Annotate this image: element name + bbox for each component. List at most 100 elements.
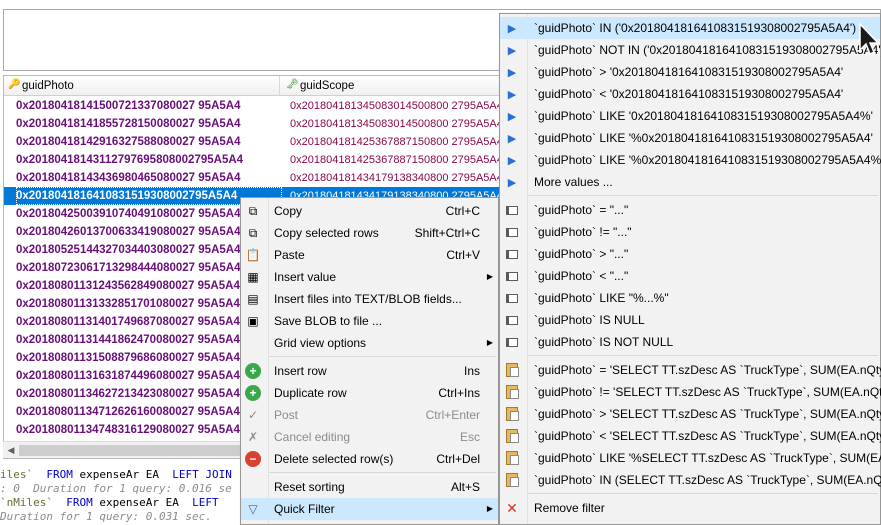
quick-filter-item[interactable]: ✕ Remove filter — [500, 497, 880, 519]
menu-item-label: Duplicate row — [274, 386, 347, 400]
cell-guidscope[interactable]: 0x201804181345083014500800 2795A5A4 — [290, 97, 502, 115]
quick-filter-item[interactable]: `guidPhoto` != "..." — [500, 221, 880, 243]
quick-filter-label: `guidPhoto` != 'SELECT TT.szDesc AS `Tru… — [534, 385, 881, 399]
save-blob-icon: ▣ — [247, 314, 259, 328]
menu-item-delete-selected-row-s[interactable]: − Delete selected row(s) Ctrl+Del — [241, 448, 498, 470]
cell-guidphoto[interactable]: 0x20180418143112797695808002795A5A4 — [16, 151, 282, 169]
quick-filter-label: More values ... — [534, 175, 613, 189]
quick-filter-item[interactable]: `guidPhoto` = "..." — [500, 199, 880, 221]
input-icon — [504, 334, 520, 350]
submenu-arrow-icon: ▶ — [486, 272, 493, 281]
cell-guidscope[interactable]: 0x201804181434179138340800 2795A5A4 — [290, 169, 502, 187]
play-icon: ▶ — [507, 23, 517, 35]
quick-filter-label: `guidPhoto` > '0x20180418164108315193080… — [534, 65, 844, 79]
log-keyword: LEFT JOIN — [172, 468, 232, 481]
quick-filter-item[interactable]: `guidPhoto` LIKE '%SELECT TT.szDesc AS `… — [500, 447, 881, 469]
quick-filter-item[interactable]: `guidPhoto` < 'SELECT TT.szDesc AS `Truc… — [500, 425, 881, 447]
mouse-cursor-icon — [859, 22, 880, 56]
play-icon: ▶ — [507, 89, 517, 101]
menu-item-label: Delete selected row(s) — [274, 452, 394, 466]
cell-guidphoto[interactable]: 0x20180418142916327588080027 95A5A4 — [16, 133, 282, 151]
log-comment: Duration for 1 query: 0.031 sec. — [0, 510, 212, 523]
table-row[interactable]: 0x20180418141855728150080027 95A5A4 0x201… — [4, 115, 502, 133]
scroll-left-icon[interactable]: ◀ — [5, 444, 17, 456]
table-row[interactable]: 0x20180418141500721337080027 95A5A4 0x201… — [4, 97, 502, 115]
cell-guidphoto[interactable]: 0x20180418141500721337080027 95A5A4 — [16, 97, 282, 115]
menu-item-shortcut: Shift+Ctrl+C — [414, 226, 480, 240]
quick-filter-item[interactable]: ▶ `guidPhoto` LIKE '0x2018041816410831519… — [500, 105, 880, 127]
menu-item-label: Cancel editing — [274, 430, 351, 444]
quick-filter-item[interactable]: `guidPhoto` > "..." — [500, 243, 880, 265]
cell-guidphoto[interactable]: 0x20180418143436980465080027 95A5A4 — [16, 169, 282, 187]
log-table: expenseAr EA — [99, 496, 179, 509]
table-row[interactable]: 0x20180418142916327588080027 95A5A4 0x201… — [4, 133, 502, 151]
menu-separator — [269, 356, 496, 357]
play-icon: ▶ — [507, 155, 517, 167]
quick-filter-item[interactable]: ▶ `guidPhoto` LIKE '%0x201804181641083151… — [500, 127, 880, 149]
cell-guidscope[interactable]: 0x201804181345083014500800 2795A5A4 — [290, 115, 502, 133]
clipboard-icon — [504, 384, 520, 400]
quick-filter-item[interactable]: `guidPhoto` = 'SELECT TT.szDesc AS `Truc… — [500, 359, 881, 381]
quick-filter-item[interactable]: ▶ `guidPhoto` < '0x2018041816410831519308… — [500, 83, 880, 105]
quick-filter-label: `guidPhoto` LIKE '%SELECT TT.szDesc AS `… — [534, 451, 881, 465]
quick-filter-label: `guidPhoto` > "..." — [534, 247, 629, 261]
quick-filter-item[interactable]: `guidPhoto` < "..." — [500, 265, 880, 287]
quick-filter-item[interactable]: `guidPhoto` IN (SELECT TT.szDesc AS `Tru… — [500, 469, 881, 491]
quick-filter-item[interactable]: ▶ `guidPhoto` IN ('0x20180418164108315193… — [500, 17, 880, 39]
clipboard-icon — [504, 428, 520, 444]
quick-filter-item[interactable]: ▶ More values ... — [500, 171, 880, 193]
scroll-thumb[interactable] — [19, 445, 241, 456]
column-header-guidscope[interactable]: 🗝 guidScope — [282, 76, 502, 96]
quick-filter-label: `guidPhoto` IS NULL — [534, 313, 645, 327]
quick-filter-item[interactable]: `guidPhoto` > 'SELECT TT.szDesc AS `Truc… — [500, 403, 881, 425]
input-icon — [504, 246, 520, 262]
menu-item-insert-row[interactable]: + Insert row Ins — [241, 360, 498, 382]
menu-item-label: Paste — [274, 248, 305, 262]
menu-item-reset-sorting[interactable]: Reset sorting Alt+S — [241, 476, 498, 498]
quick-filter-label: `guidPhoto` = "..." — [534, 203, 629, 217]
quick-filter-item[interactable]: ▶ `guidPhoto` > '0x2018041816410831519308… — [500, 61, 880, 83]
menu-item-label: Grid view options — [274, 336, 367, 350]
menu-item-duplicate-row[interactable]: + Duplicate row Ctrl+Ins — [241, 382, 498, 404]
menu-item-label: Quick Filter — [274, 502, 335, 516]
submenu-arrow-icon: ▶ — [486, 338, 493, 347]
quick-filter-item[interactable]: ▶ `guidPhoto` LIKE '%0x201804181641083151… — [500, 149, 881, 171]
clipboard-icon — [504, 362, 520, 378]
menu-item-insert-files-into-text-blob-fields[interactable]: ▤ Insert files into TEXT/BLOB fields... — [241, 288, 498, 310]
play-icon: ▶ — [507, 177, 517, 189]
column-header-guidphoto[interactable]: 🔑 guidPhoto — [4, 76, 280, 96]
remove-filter-icon: ✕ — [506, 500, 518, 516]
play-icon: ▶ — [507, 45, 517, 57]
quick-filter-item[interactable]: ▶ `guidPhoto` NOT IN ('0x2018041816410831… — [500, 39, 881, 61]
cell-guidscope[interactable]: 0x201804181425367887150800 2795A5A4 — [290, 133, 502, 151]
menu-item-insert-value[interactable]: ▦ Insert value ▶ — [241, 266, 498, 288]
menu-item-copy-selected-rows[interactable]: ⧉ Copy selected rows Shift+Ctrl+C — [241, 222, 498, 244]
table-row[interactable]: 0x20180418143112797695808002795A5A4 0x201… — [4, 151, 502, 169]
log-identifier: iles` — [0, 468, 34, 481]
menu-item-label: Save BLOB to file ... — [274, 314, 383, 328]
quick-filter-item[interactable]: `guidPhoto` LIKE "%...%" — [500, 287, 880, 309]
quick-filter-label: `guidPhoto` NOT IN ('0x20180418164108315… — [534, 43, 881, 57]
cancel-editing-icon: ✗ — [247, 430, 259, 444]
cell-guidphoto[interactable]: 0x20180418141855728150080027 95A5A4 — [16, 115, 282, 133]
primary-key-icon: 🔑 — [8, 79, 21, 90]
menu-item-paste[interactable]: 📋 Paste Ctrl+V — [241, 244, 498, 266]
menu-item-post[interactable]: ✓ Post Ctrl+Enter — [241, 404, 498, 426]
menu-item-grid-view-options[interactable]: Grid view options ▶ — [241, 332, 498, 354]
cell-guidscope[interactable]: 0x201804181425367887150800 2795A5A4 — [290, 151, 502, 169]
menu-item-cancel-editing[interactable]: ✗ Cancel editing Esc — [241, 426, 498, 448]
post-icon: ✓ — [247, 408, 259, 422]
menu-item-copy[interactable]: ⧉ Copy Ctrl+C — [241, 200, 498, 222]
menu-item-label: Insert row — [274, 364, 327, 378]
menu-separator — [528, 355, 878, 356]
menu-item-label: Reset sorting — [274, 480, 345, 494]
copy-icon: ⧉ — [248, 204, 258, 218]
log-table: expenseAr EA — [79, 468, 159, 481]
menu-item-save-blob-to-file[interactable]: ▣ Save BLOB to file ... — [241, 310, 498, 332]
table-row[interactable]: 0x20180418143436980465080027 95A5A4 0x201… — [4, 169, 502, 187]
menu-item-quick-filter[interactable]: ▽ Quick Filter ▶ — [241, 498, 498, 520]
quick-filter-item[interactable]: `guidPhoto` != 'SELECT TT.szDesc AS `Tru… — [500, 381, 881, 403]
quick-filter-item[interactable]: `guidPhoto` IS NULL — [500, 309, 880, 331]
menu-item-shortcut: Ctrl+C — [445, 204, 480, 218]
quick-filter-item[interactable]: `guidPhoto` IS NOT NULL — [500, 331, 880, 353]
